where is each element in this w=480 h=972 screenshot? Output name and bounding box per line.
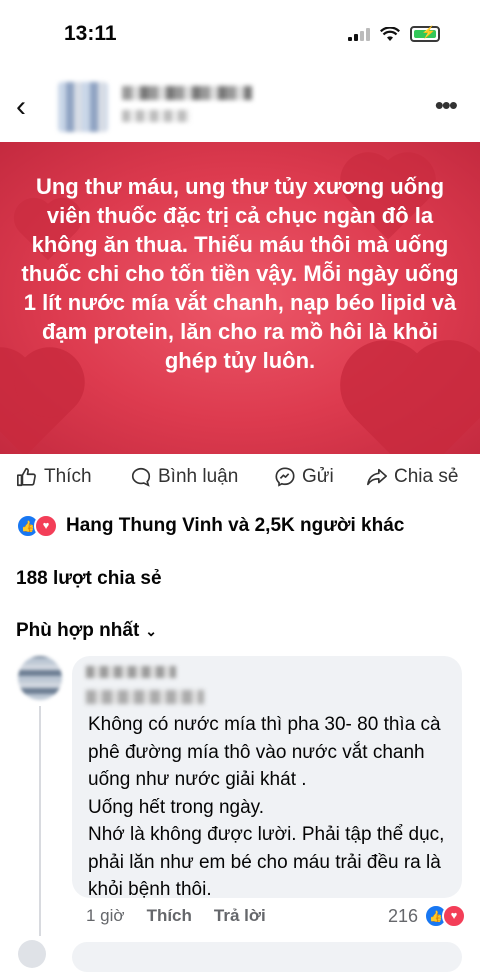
comment-sort-dropdown[interactable]: Phù hợp nhất ⌄ <box>16 620 157 642</box>
reaction-icons: 👍 ♥ <box>16 514 58 538</box>
like-button[interactable]: Thích <box>16 466 92 488</box>
post-actions-bar: Thích Bình luận Gửi Chia sẻ <box>0 458 480 502</box>
shares-count[interactable]: 188 lượt chia sẻ <box>16 568 162 590</box>
share-label: Chia sẻ <box>394 466 459 487</box>
comment-reply-button[interactable]: Trả lời <box>214 906 266 926</box>
comment-reaction-icons: 👍 ♥ <box>424 904 466 928</box>
status-time: 13:11 <box>64 22 117 45</box>
commenter-meta-blurred <box>86 690 204 704</box>
comment-text: Không có nước mía thì pha 30- 80 thìa cà… <box>88 714 445 900</box>
commenter-avatar-blurred[interactable] <box>18 656 62 700</box>
reactions-summary-text: Hang Thung Vinh và 2,5K người khác <box>66 515 405 536</box>
comment-label: Bình luận <box>158 466 239 487</box>
send-label: Gửi <box>302 466 334 487</box>
battery-charging-icon: ⚡ <box>410 25 440 42</box>
sort-label: Phù hợp nhất <box>16 620 140 641</box>
love-reaction-icon: ♥ <box>34 514 58 538</box>
status-bar: 13:11 ⚡ <box>0 0 480 70</box>
reactions-summary[interactable]: 👍 ♥ Hang Thung Vinh và 2,5K người khác <box>16 514 404 538</box>
love-reaction-icon: ♥ <box>442 904 466 928</box>
back-chevron-icon[interactable]: ‹ <box>16 90 26 124</box>
wifi-icon <box>380 26 400 41</box>
cellular-signal-icon <box>348 27 370 41</box>
comment-button[interactable]: Bình luận <box>130 466 238 488</box>
status-icons: ⚡ <box>348 25 440 42</box>
comment-reaction-count[interactable]: 216 👍 ♥ <box>388 904 466 928</box>
post-meta-blurred <box>122 110 190 122</box>
post-header: ‹ ••• <box>0 72 480 142</box>
like-label: Thích <box>44 466 92 487</box>
post-text: Ung thư máu, ung thư tủy xương uống viên… <box>21 174 459 373</box>
thumbs-up-icon <box>17 467 36 487</box>
more-options-icon[interactable]: ••• <box>435 90 458 121</box>
author-avatar-blurred[interactable] <box>58 82 108 132</box>
next-comment-avatar <box>18 940 46 968</box>
comment-bubble[interactable]: Không có nước mía thì pha 30- 80 thìa cà… <box>72 656 462 900</box>
comment-like-button[interactable]: Thích <box>147 906 192 926</box>
comment-time: 1 giờ <box>86 906 125 925</box>
send-button[interactable]: Gửi <box>274 466 334 488</box>
speech-bubble-icon <box>132 467 151 487</box>
comment-meta: 1 giờ Thích Trả lời <box>86 906 266 926</box>
comment-reaction-number: 216 <box>387 905 418 926</box>
commenter-name-blurred[interactable] <box>86 666 176 678</box>
post-image[interactable]: Ung thư máu, ung thư tủy xương uống viên… <box>0 142 480 454</box>
share-arrow-icon <box>367 468 387 486</box>
share-button[interactable]: Chia sẻ <box>366 466 458 488</box>
messenger-icon <box>275 467 295 487</box>
author-name-blurred[interactable] <box>122 86 252 100</box>
next-comment-bubble <box>72 942 462 972</box>
chevron-down-icon: ⌄ <box>145 623 158 639</box>
thread-line <box>39 706 41 936</box>
